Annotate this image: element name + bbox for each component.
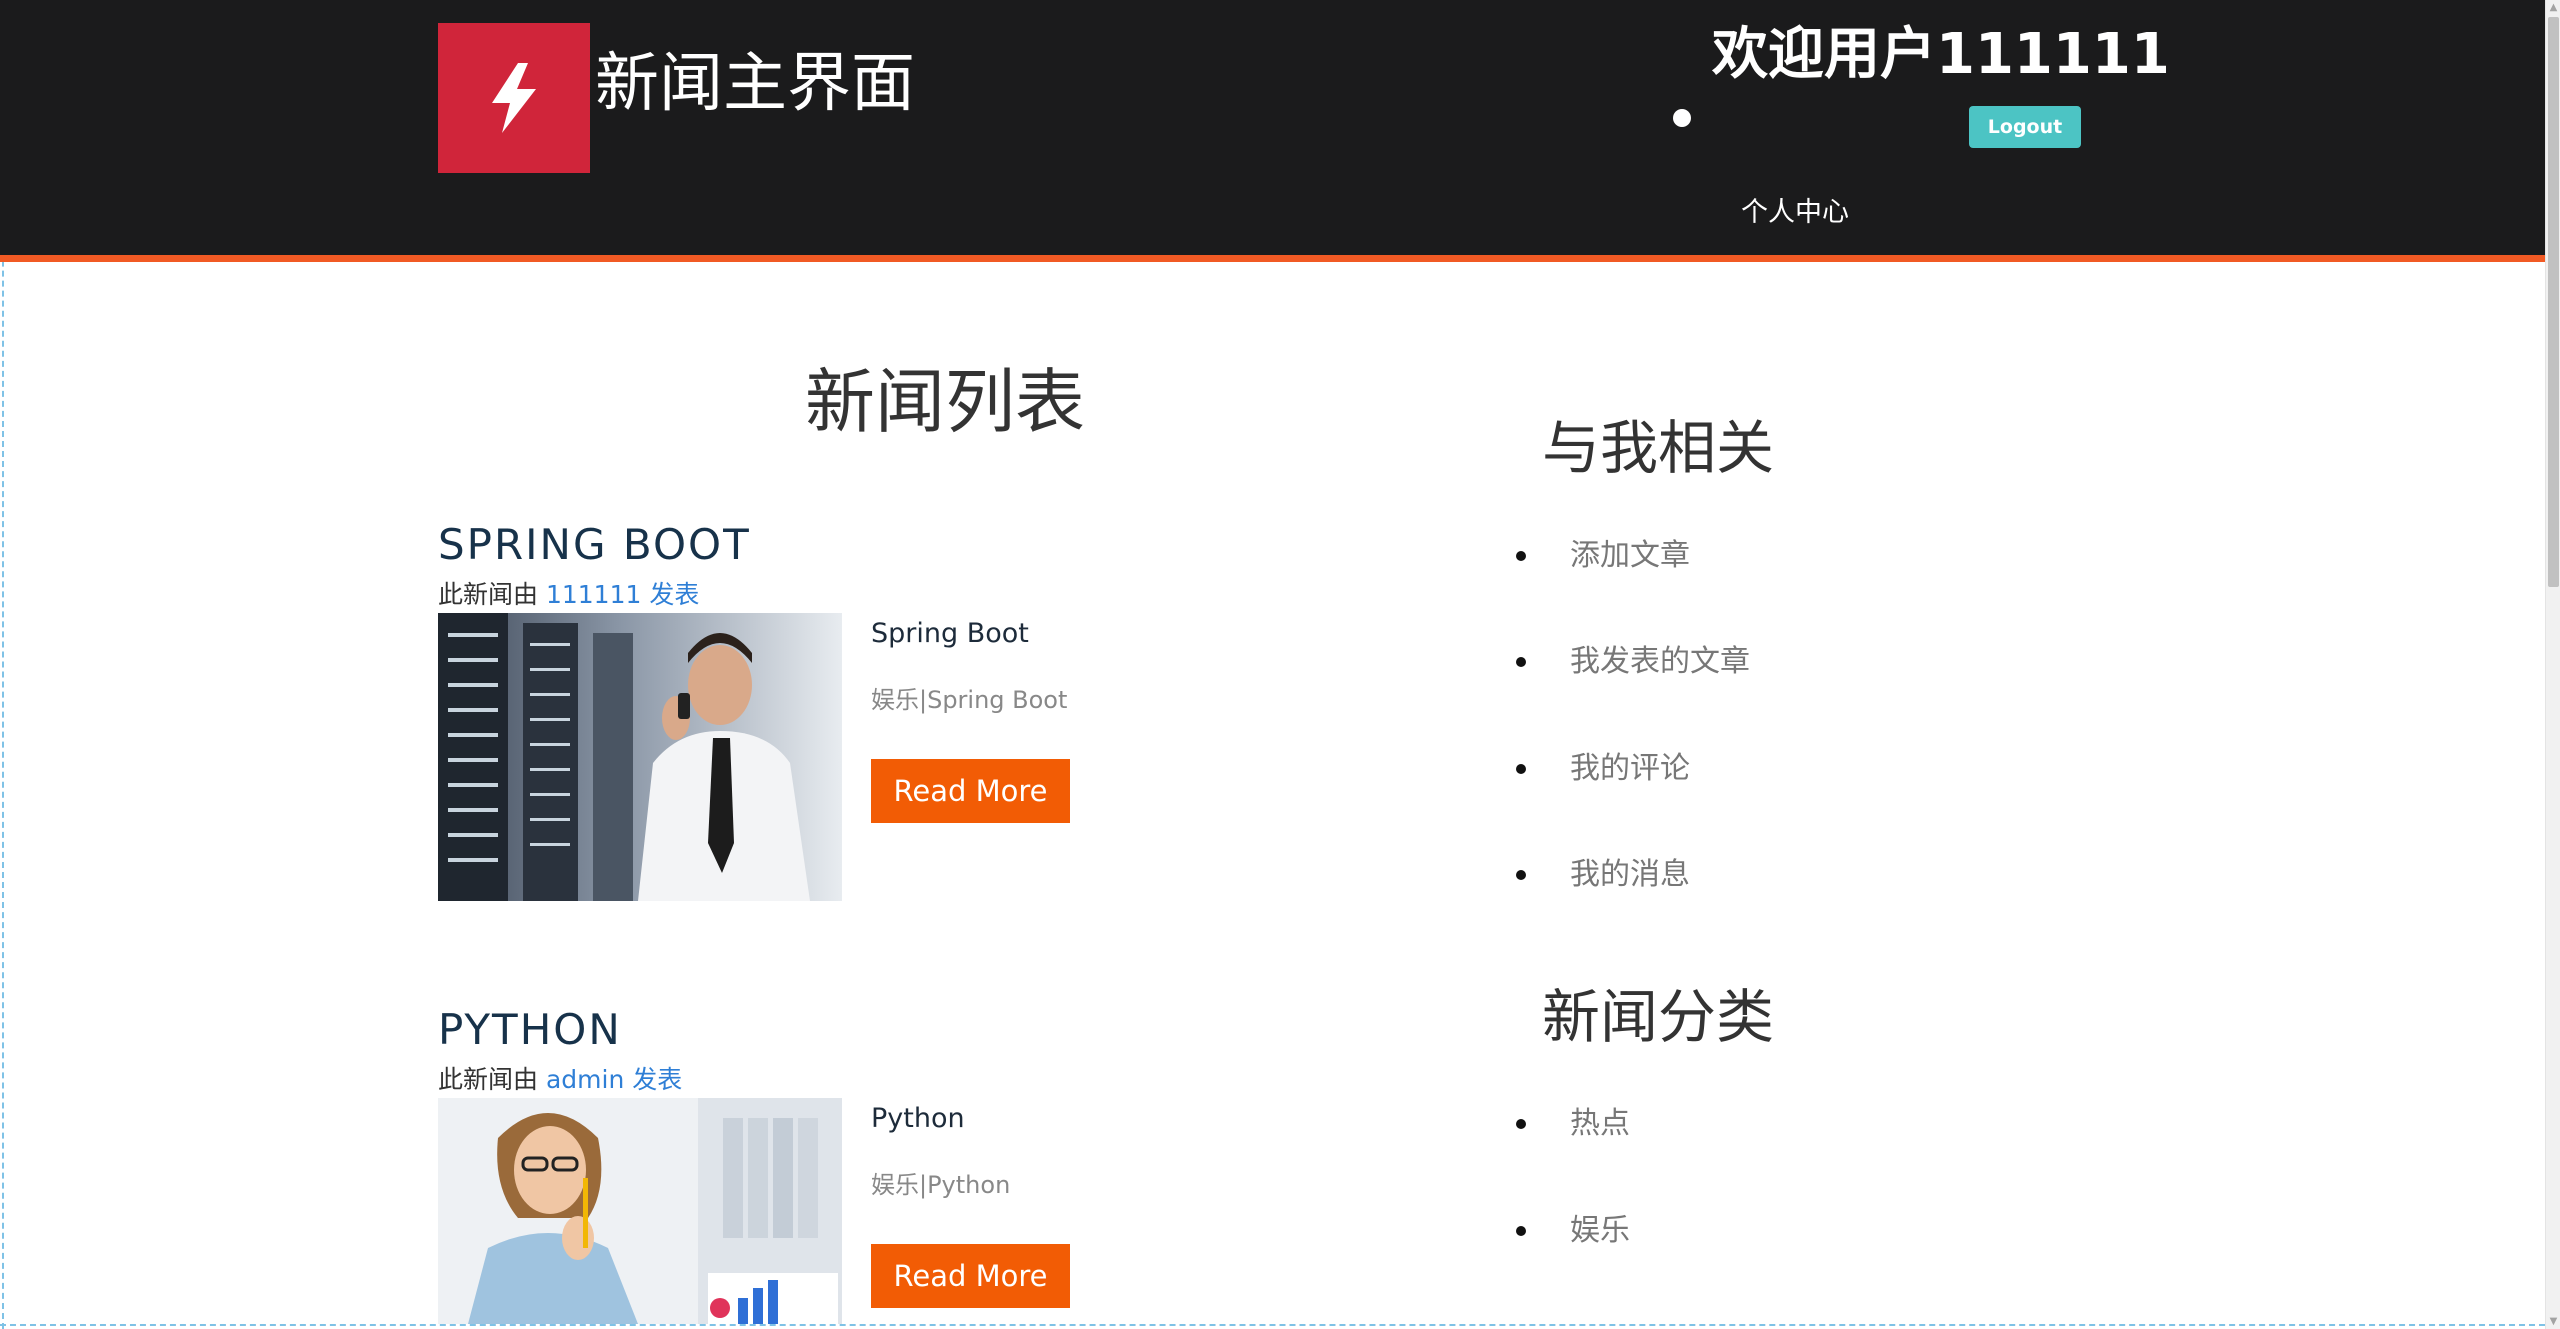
read-more-button[interactable]: Read More xyxy=(871,1244,1070,1308)
news-list-heading: 新闻列表 xyxy=(805,361,1085,443)
welcome-message: 欢迎用户111111 xyxy=(1712,22,2170,87)
scrollbar-thumb[interactable] xyxy=(2548,17,2559,587)
sidebar-item-label: 热点 xyxy=(1570,1106,1630,1141)
vertical-scrollbar[interactable]: ▲ ▼ xyxy=(2545,0,2560,1329)
byline-prefix: 此新闻由 xyxy=(438,580,539,609)
article-subtitle: Python xyxy=(871,1103,965,1134)
nav-bullet xyxy=(1673,109,1691,127)
scroll-down-arrow-icon[interactable]: ▼ xyxy=(2546,1314,2560,1329)
article-title[interactable]: PYTHON xyxy=(438,1003,622,1057)
dashed-guide-bottom xyxy=(0,1324,2545,1326)
bullet xyxy=(1516,764,1526,774)
site-title: 新闻主界面 xyxy=(595,47,915,121)
bullet xyxy=(1516,1226,1526,1236)
article-tags: 娱乐|Python xyxy=(871,1171,1011,1199)
site-header: 新闻主界面 欢迎用户111111 Logout 个人中心 xyxy=(0,0,2545,262)
article-subtitle: Spring Boot xyxy=(871,618,1029,649)
site-logo[interactable] xyxy=(438,23,590,173)
scroll-up-arrow-icon[interactable]: ▲ xyxy=(2546,0,2560,15)
bullet xyxy=(1516,551,1526,561)
office-woman-photo xyxy=(438,1098,842,1324)
article-image[interactable] xyxy=(438,613,842,901)
bullet xyxy=(1516,870,1526,880)
page: 新闻主界面 欢迎用户111111 Logout 个人中心 新闻列表 SPRING… xyxy=(0,0,2560,1329)
logout-button[interactable]: Logout xyxy=(1969,106,2081,148)
bullet xyxy=(1516,657,1526,667)
server-room-photo xyxy=(438,613,842,901)
byline-verb: 发表 xyxy=(649,580,700,609)
sidebar-item-label: 我发表的文章 xyxy=(1570,644,1750,679)
related-heading: 与我相关 xyxy=(1542,414,1775,482)
article-byline: 此新闻由 admin 发表 xyxy=(438,1063,682,1097)
category-heading: 新闻分类 xyxy=(1542,983,1775,1051)
lightning-bolt-icon xyxy=(492,63,536,133)
byline-prefix: 此新闻由 xyxy=(438,1065,539,1094)
byline-verb: 发表 xyxy=(632,1065,683,1094)
author-link[interactable]: admin xyxy=(546,1065,624,1094)
sidebar-item-label: 我的消息 xyxy=(1570,857,1690,892)
article-tags: 娱乐|Spring Boot xyxy=(871,686,1068,714)
personal-center-link[interactable]: 个人中心 xyxy=(1741,193,1849,233)
sidebar-item-label: 添加文章 xyxy=(1570,538,1690,573)
article-title[interactable]: SPRING BOOT xyxy=(438,518,751,572)
sidebar-item-label: 我的评论 xyxy=(1570,751,1690,786)
article-byline: 此新闻由 111111 发表 xyxy=(438,578,699,612)
article-image[interactable] xyxy=(438,1098,842,1324)
author-link[interactable]: 111111 xyxy=(546,580,641,609)
bullet xyxy=(1516,1119,1526,1129)
sidebar-item-label: 娱乐 xyxy=(1570,1213,1630,1248)
read-more-button[interactable]: Read More xyxy=(871,759,1070,823)
